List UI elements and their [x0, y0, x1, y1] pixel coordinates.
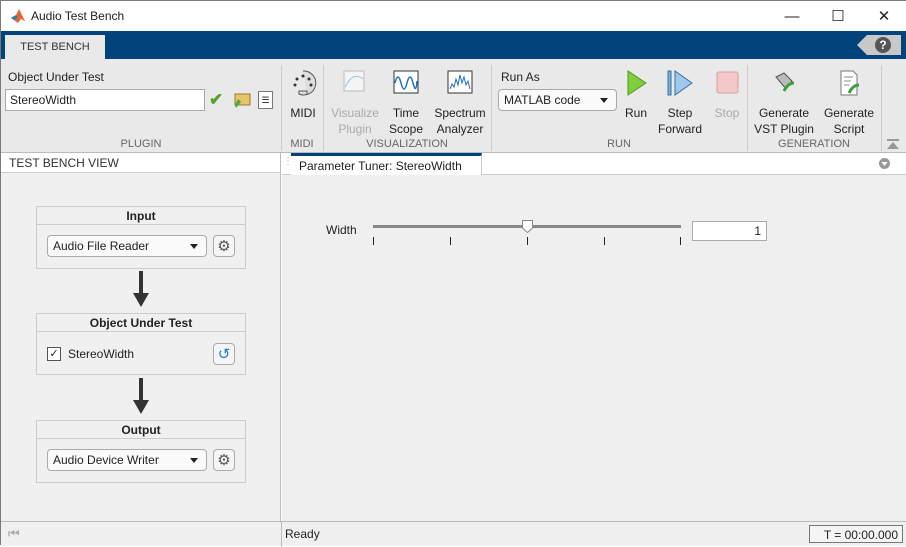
- time-scope-label-2: Scope: [388, 122, 424, 136]
- visualize-plugin-button[interactable]: Visualize Plugin: [328, 69, 382, 137]
- midi-button[interactable]: MIDI: [284, 69, 322, 121]
- maximize-button[interactable]: ☐: [815, 1, 861, 31]
- input-title: Input: [37, 207, 245, 225]
- output-dropdown[interactable]: Audio Device Writer: [47, 449, 207, 471]
- minimize-button[interactable]: —: [769, 1, 815, 31]
- document-tab-bar: ⋮ Parameter Tuner: StereoWidth: [282, 153, 906, 175]
- tab-parameter-tuner[interactable]: Parameter Tuner: StereoWidth: [291, 153, 482, 175]
- midi-group-label: MIDI: [290, 138, 314, 150]
- check-icon[interactable]: ✔: [209, 90, 223, 110]
- width-label: Width: [326, 223, 357, 237]
- script-label-2: Script: [833, 122, 865, 136]
- time-scope-button[interactable]: Time Scope: [385, 69, 427, 137]
- run-as-value: MATLAB code: [504, 93, 581, 107]
- play-icon: [627, 70, 647, 96]
- gear-icon: ⚙: [217, 238, 231, 255]
- visualization-group-label: VISUALIZATION: [366, 138, 448, 150]
- tab-strip: TEST BENCH ?: [1, 31, 906, 59]
- stop-icon: [716, 71, 739, 94]
- visualize-plugin-icon: [343, 70, 365, 92]
- script-label-1: Generate: [823, 106, 875, 120]
- output-settings-button[interactable]: ⚙: [213, 449, 235, 471]
- time-scope-icon: [393, 70, 419, 94]
- midi-icon: [293, 70, 317, 96]
- undo-icon: ↺: [217, 346, 231, 363]
- arrow-down-icon: [133, 378, 149, 414]
- run-label: Run: [624, 106, 647, 120]
- slider-thumb[interactable]: [522, 220, 533, 233]
- tab-test-bench[interactable]: TEST BENCH: [5, 35, 105, 59]
- help-button[interactable]: ?: [857, 35, 901, 55]
- stereowidth-checkbox[interactable]: ✓: [47, 347, 61, 361]
- close-button[interactable]: ✕: [861, 1, 906, 31]
- step-label-2: Forward: [657, 122, 702, 136]
- gear-icon: ⚙: [217, 452, 231, 469]
- input-value: Audio File Reader: [53, 239, 150, 253]
- width-slider[interactable]: [373, 220, 681, 245]
- step-forward-icon: [667, 70, 693, 96]
- step-forward-button[interactable]: Step Forward: [656, 69, 704, 137]
- collapse-ribbon-icon[interactable]: [887, 139, 899, 149]
- object-under-test-box: Object Under Test ✓ StereoWidth ↺: [36, 313, 246, 375]
- spectrum-analyzer-icon: [447, 70, 473, 94]
- status-text: Ready: [285, 527, 320, 541]
- generate-script-button[interactable]: Generate Script: [821, 69, 877, 137]
- edit-script-icon[interactable]: ☰: [258, 91, 273, 109]
- generate-vst-plugin-button[interactable]: Generate VST Plugin: [753, 69, 815, 137]
- visualize-label-2: Plugin: [338, 122, 372, 136]
- parameter-tuner-panel: ⋮ Parameter Tuner: StereoWidth Width 1: [282, 153, 906, 521]
- skip-back-icon[interactable]: ⏮: [8, 526, 20, 542]
- input-dropdown[interactable]: Audio File Reader: [47, 235, 207, 257]
- time-scope-label-1: Time: [392, 106, 420, 120]
- panel-header: TEST BENCH VIEW: [1, 153, 280, 173]
- vst-label-1: Generate: [758, 106, 810, 120]
- arrow-down-icon: [133, 271, 149, 307]
- title-bar: Audio Test Bench — ☐ ✕: [1, 1, 906, 31]
- vst-label-2: VST Plugin: [754, 122, 814, 136]
- plugin-group-label: PLUGIN: [120, 138, 162, 150]
- output-value: Audio Device Writer: [53, 453, 159, 467]
- restore-button[interactable]: ↺: [213, 343, 235, 365]
- run-as-dropdown[interactable]: MATLAB code: [498, 89, 617, 111]
- output-title: Output: [37, 421, 245, 439]
- stop-button[interactable]: Stop: [710, 69, 744, 121]
- object-under-test-label: Object Under Test: [8, 70, 104, 84]
- generation-group-label: GENERATION: [778, 138, 850, 150]
- output-box: Output Audio Device Writer ⚙: [36, 420, 246, 483]
- run-as-label: Run As: [501, 70, 540, 84]
- object-under-test-input[interactable]: StereoWidth: [5, 89, 205, 111]
- time-readout: T = 00:00.000: [809, 525, 903, 543]
- chevron-down-icon: [190, 244, 198, 249]
- chevron-down-icon: [190, 458, 198, 463]
- input-box: Input Audio File Reader ⚙: [36, 206, 246, 269]
- object-under-test-title: Object Under Test: [37, 314, 245, 332]
- tab-menu-icon[interactable]: [879, 158, 890, 169]
- chevron-down-icon: [600, 98, 608, 103]
- spectrum-label-1: Spectrum: [434, 106, 486, 120]
- status-bar: ⏮ Ready T = 00:00.000: [1, 521, 906, 547]
- visualize-label-1: Visualize: [331, 106, 379, 120]
- width-value-input[interactable]: 1: [692, 221, 767, 241]
- spectrum-analyzer-button[interactable]: Spectrum Analyzer: [431, 69, 489, 137]
- matlab-logo-icon: [11, 9, 25, 23]
- plugin-generate-icon: [775, 72, 795, 92]
- open-folder-icon[interactable]: [232, 91, 252, 109]
- midi-label: MIDI: [290, 106, 316, 120]
- script-generate-icon: [840, 70, 860, 96]
- spectrum-label-2: Analyzer: [436, 122, 484, 136]
- input-settings-button[interactable]: ⚙: [213, 235, 235, 257]
- step-label-1: Step: [667, 106, 693, 120]
- test-bench-view-panel: TEST BENCH VIEW Input Audio File Reader …: [1, 153, 281, 521]
- help-icon: ?: [875, 37, 891, 53]
- window-title: Audio Test Bench: [31, 9, 125, 23]
- ribbon: Object Under Test StereoWidth ✔ ☰ PLUGIN…: [1, 59, 906, 153]
- run-group-label: RUN: [607, 138, 631, 150]
- stop-label: Stop: [714, 106, 740, 120]
- run-button[interactable]: Run: [621, 69, 651, 121]
- stereowidth-label: StereoWidth: [68, 347, 135, 361]
